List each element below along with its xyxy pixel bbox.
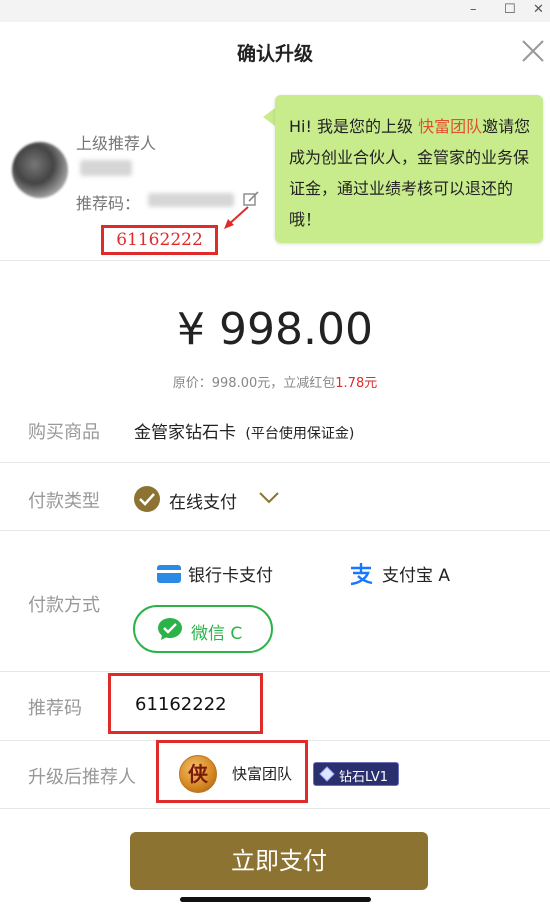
payment-option-label: 微信 C [191,624,243,644]
price-discount: 1.78元 [335,376,378,391]
referrer-label: 上级推荐人 [76,134,157,153]
payment-method-label: 付款方式 [28,595,100,616]
payment-option-label: 支付宝 A [382,566,451,586]
payment-type-label: 付款类型 [28,491,100,512]
referrer-avatar [12,142,68,198]
referral-code-label: 推荐码 [28,698,82,719]
referrer-code-highlight: 61162222 [101,225,218,255]
product-label: 购买商品 [28,422,100,443]
invite-bubble: Hi! 我是您的上级 快富团队邀请您成为创业合伙人，金管家的业务保证金，通过业绩… [275,95,543,243]
payment-option-wechat[interactable]: 微信 C [133,605,273,653]
price-original-text: 原价：998.00元，立减红包 [172,376,336,391]
upgraded-referrer-highlight: 侠 快富团队 [156,740,308,803]
price-amount: ¥ 998.00 [177,304,373,355]
divider [0,671,550,672]
bubble-team-name: 快富团队 [418,117,483,136]
window-close-icon[interactable]: ✕ [533,2,544,17]
referral-code-highlight: 61162222 [108,673,263,734]
level-badge: 钻石LV1 [313,762,399,786]
product-name: 金管家钻石卡 [134,423,236,443]
page-title: 确认升级 [236,43,313,65]
window-titlebar: – ☐ ✕ [0,0,550,22]
minimize-icon[interactable]: – [470,2,477,17]
home-indicator [180,897,371,902]
bubble-text-before: Hi! 我是您的上级 [289,117,419,136]
bank-card-icon [157,565,181,583]
price-original: 原价：998.00元，立减红包1.78元 [0,372,550,391]
product-note: (平台使用保证金) [245,426,355,442]
product-value: 金管家钻石卡 (平台使用保证金) [134,418,354,443]
upgraded-referrer-name: 快富团队 [232,765,293,783]
wechat-check-icon [158,618,182,640]
chevron-down-icon[interactable] [258,491,280,505]
diamond-icon [319,766,335,782]
payment-type-value[interactable]: 在线支付 [169,488,237,513]
maximize-icon[interactable]: ☐ [504,2,516,17]
divider [0,530,550,531]
pay-now-button[interactable]: 立即支付 [130,832,428,890]
referrer-code: 61162222 [116,230,203,250]
close-icon[interactable] [520,38,546,64]
payment-option-label: 银行卡支付 [188,566,273,586]
referral-code-value[interactable]: 61162222 [135,694,227,715]
divider [0,808,550,809]
level-badge-text: 钻石LV1 [339,770,388,785]
page-header: 确认升级 [0,22,550,81]
divider [0,462,550,463]
alipay-icon [350,563,373,586]
referrer-name-blurred [80,160,132,176]
arrow-icon [224,206,249,229]
referrer-code-label: 推荐码： [76,194,141,213]
team-avatar: 侠 [179,755,217,793]
bubble-tail [263,108,275,126]
upgraded-referrer-label: 升级后推荐人 [28,767,136,788]
check-circle-icon[interactable] [133,485,161,513]
